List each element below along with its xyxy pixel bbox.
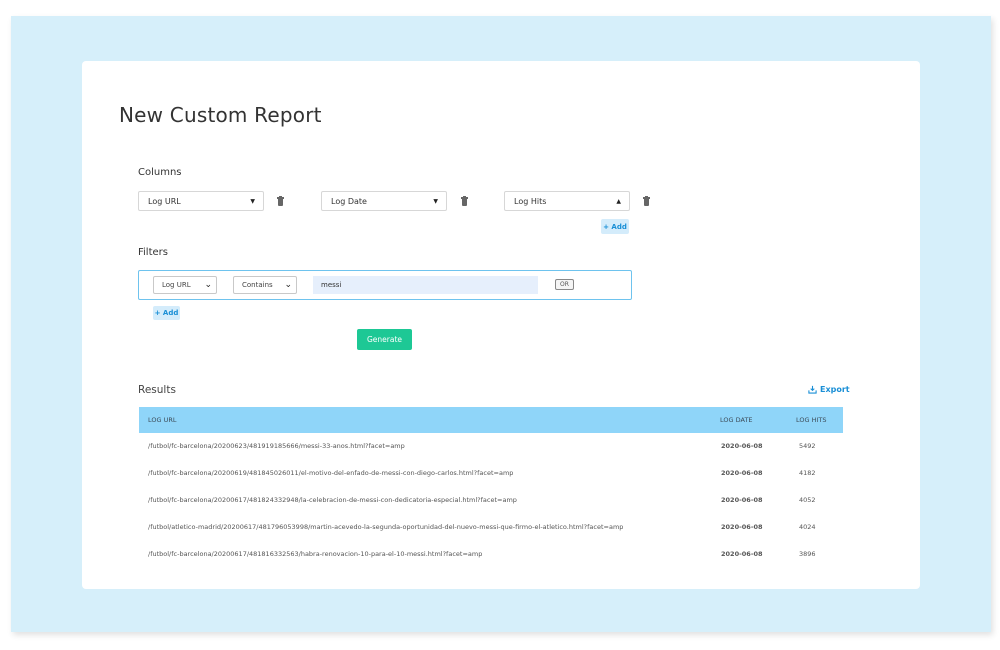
filter-row: Log URL ⌄ Contains ⌄ OR	[138, 270, 632, 300]
table-row: /futbol/fc-barcelona/20200617/4818163325…	[139, 541, 843, 568]
generate-button[interactable]: Generate	[357, 329, 412, 350]
cell-date: 2020-06-08	[721, 550, 763, 558]
cell-hits: 5492	[799, 442, 816, 450]
cell-hits: 4024	[799, 523, 816, 531]
cell-hits: 3896	[799, 550, 816, 558]
add-filter-button[interactable]: + Add	[153, 306, 180, 320]
download-icon	[808, 385, 817, 394]
cell-url: /futbol/atletico-madrid/20200617/4817960…	[148, 523, 624, 531]
filter-value-input[interactable]	[313, 276, 538, 294]
cell-date: 2020-06-08	[721, 523, 763, 531]
trash-icon[interactable]	[643, 196, 650, 206]
column-select-1[interactable]: Log URL ▼	[138, 191, 264, 211]
cell-url: /futbol/fc-barcelona/20200617/4818163325…	[148, 550, 483, 558]
column-select-3[interactable]: Log Hits ▲	[504, 191, 630, 211]
results-table-header: LOG URL LOG DATE LOG HITS	[139, 407, 843, 433]
cell-date: 2020-06-08	[721, 442, 763, 450]
export-button[interactable]: Export	[808, 385, 850, 394]
column-select-1-value: Log URL	[148, 196, 181, 206]
cell-date: 2020-06-08	[721, 469, 763, 477]
chevron-down-icon: ▼	[250, 197, 255, 205]
header-log-date[interactable]: LOG DATE	[720, 407, 753, 433]
header-log-hits[interactable]: LOG HITS	[796, 407, 827, 433]
filter-operator-select[interactable]: Contains ⌄	[233, 276, 297, 294]
table-row: /futbol/atletico-madrid/20200617/4817960…	[139, 514, 843, 541]
chevron-down-icon: ▼	[433, 197, 438, 205]
add-column-button[interactable]: + Add	[601, 219, 629, 234]
columns-label: Columns	[138, 167, 182, 178]
table-row: /futbol/fc-barcelona/20200617/4818243329…	[139, 487, 843, 514]
cell-url: /futbol/fc-barcelona/20200623/4819191856…	[148, 442, 405, 450]
header-log-url[interactable]: LOG URL	[148, 407, 177, 433]
page-title: New Custom Report	[119, 103, 322, 127]
cell-hits: 4182	[799, 469, 816, 477]
cell-url: /futbol/fc-barcelona/20200617/4818243329…	[148, 496, 517, 504]
filter-operator-value: Contains	[242, 281, 273, 289]
export-label: Export	[820, 385, 850, 394]
or-button[interactable]: OR	[555, 279, 574, 290]
cell-url: /futbol/fc-barcelona/20200619/4818450260…	[148, 469, 514, 477]
filter-field-select[interactable]: Log URL ⌄	[153, 276, 217, 294]
table-row: /futbol/fc-barcelona/20200619/4818450260…	[139, 460, 843, 487]
chevron-up-icon: ▲	[616, 197, 621, 205]
filters-label: Filters	[138, 247, 168, 258]
cell-date: 2020-06-08	[721, 496, 763, 504]
trash-icon[interactable]	[461, 196, 468, 206]
column-select-2[interactable]: Log Date ▼	[321, 191, 447, 211]
table-row: /futbol/fc-barcelona/20200623/4819191856…	[139, 433, 843, 460]
column-select-2-value: Log Date	[331, 196, 367, 206]
filter-field-value: Log URL	[162, 281, 191, 289]
cell-hits: 4052	[799, 496, 816, 504]
report-card: New Custom Report Columns Log URL ▼ Log …	[82, 61, 920, 589]
chevron-down-icon: ⌄	[204, 280, 212, 290]
trash-icon[interactable]	[277, 196, 284, 206]
column-select-3-value: Log Hits	[514, 196, 547, 206]
results-label: Results	[138, 384, 176, 396]
chevron-down-icon: ⌄	[284, 280, 292, 290]
